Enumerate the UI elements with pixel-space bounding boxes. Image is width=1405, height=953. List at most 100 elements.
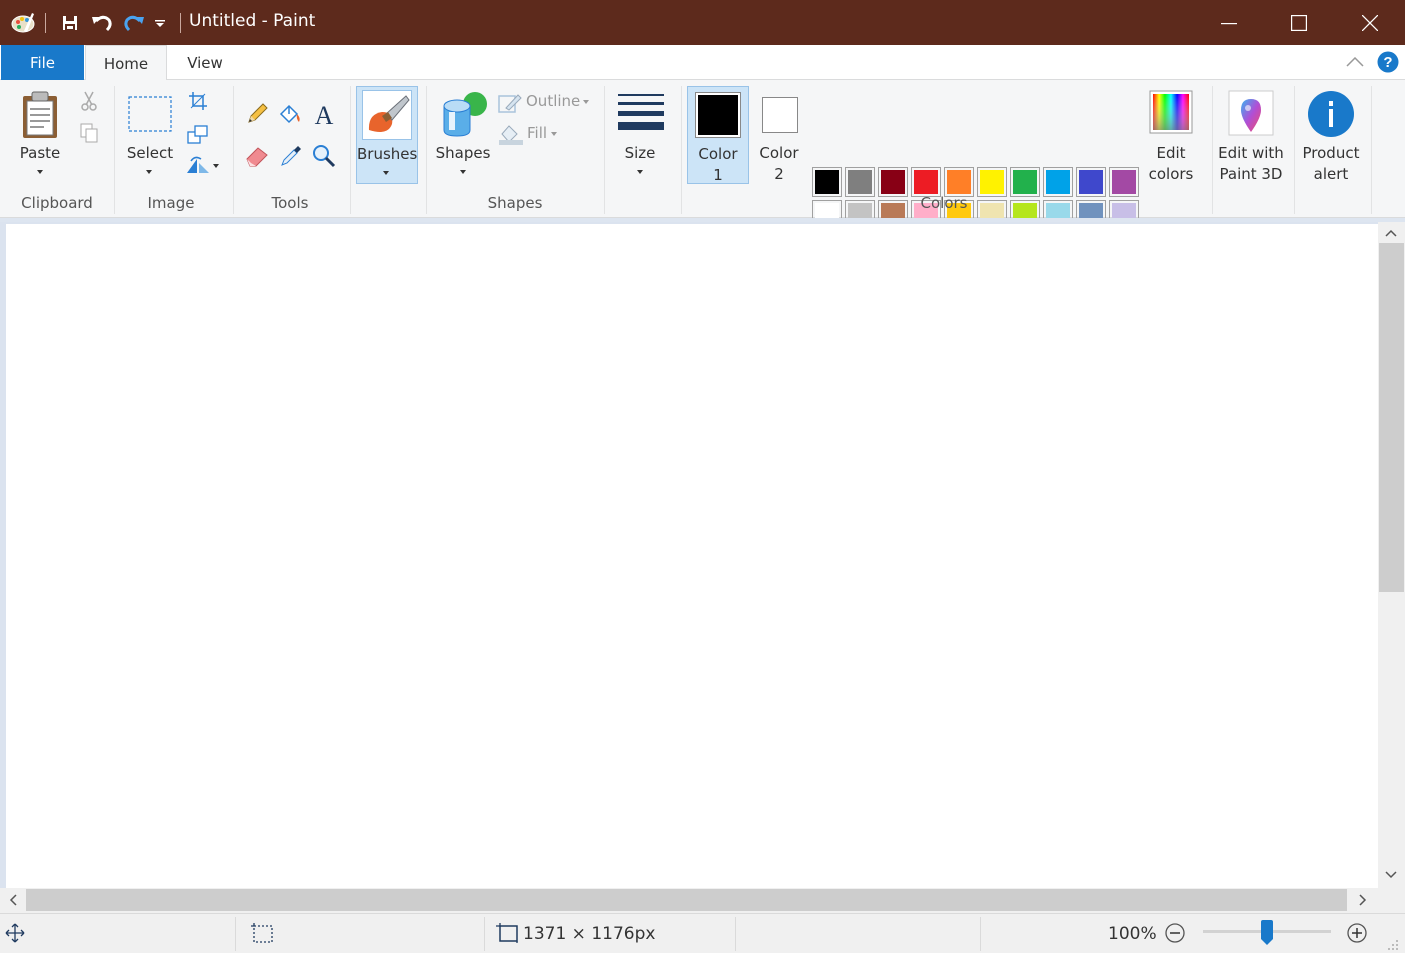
- crop-icon[interactable]: [186, 90, 210, 112]
- zoom-in-icon[interactable]: [1346, 922, 1368, 944]
- size-button-label[interactable]: Size: [610, 143, 670, 164]
- outline-label[interactable]: Outline: [526, 91, 580, 112]
- product-alert-icon[interactable]: [1307, 90, 1355, 138]
- status-bar: 1371 × 1176px 100%: [0, 913, 1405, 953]
- edit-colors-icon[interactable]: [1149, 90, 1193, 134]
- image-group-label: Image: [147, 194, 195, 212]
- select-dropdown-arrow[interactable]: [146, 170, 152, 174]
- ribbon-tabs: File Home View ?: [0, 45, 1405, 81]
- magnifier-icon[interactable]: [311, 144, 337, 168]
- fill-dropdown-arrow[interactable]: [551, 132, 557, 136]
- palette-color-swatch[interactable]: [878, 167, 908, 197]
- tab-home[interactable]: Home: [85, 45, 167, 81]
- select-button-label[interactable]: Select: [120, 143, 180, 164]
- collapse-ribbon-icon[interactable]: [1344, 53, 1366, 71]
- zoom-slider-thumb[interactable]: [1260, 920, 1274, 946]
- ribbon: Paste Clipboard Select Image A Tools Bru…: [0, 80, 1405, 263]
- size-dropdown-arrow[interactable]: [637, 170, 643, 174]
- copy-icon[interactable]: [78, 122, 100, 144]
- canvas-size-icon: [494, 922, 520, 944]
- outline-dropdown-arrow[interactable]: [583, 100, 589, 104]
- rotate-icon[interactable]: [184, 154, 222, 176]
- select-icon[interactable]: [126, 94, 174, 134]
- product-alert-label-2[interactable]: alert: [1297, 164, 1365, 185]
- tab-file[interactable]: File: [1, 45, 84, 80]
- group-separator: [1371, 86, 1372, 214]
- group-separator: [681, 86, 682, 214]
- shapes-icon[interactable]: [438, 88, 490, 138]
- palette-color-swatch[interactable]: [1109, 167, 1139, 197]
- scroll-right-arrow-icon[interactable]: [1354, 891, 1372, 909]
- help-icon[interactable]: ?: [1377, 51, 1399, 73]
- outline-icon[interactable]: [498, 92, 522, 114]
- paint-logo-icon[interactable]: [8, 10, 38, 36]
- clipboard-group-label: Clipboard: [21, 194, 93, 212]
- palette-color-swatch[interactable]: [845, 167, 875, 197]
- paste-button-label[interactable]: Paste: [10, 143, 70, 164]
- shapes-dropdown-arrow[interactable]: [460, 170, 466, 174]
- tools-group-label: Tools: [271, 194, 309, 212]
- horizontal-scrollbar-thumb[interactable]: [26, 889, 1347, 911]
- group-separator: [604, 86, 605, 214]
- svg-text:A: A: [315, 101, 334, 127]
- edit-colors-label-2[interactable]: colors: [1142, 164, 1200, 185]
- colors-group-label: Colors: [920, 194, 968, 212]
- vertical-scrollbar-thumb[interactable]: [1379, 243, 1404, 592]
- palette-color-swatch[interactable]: [1076, 167, 1106, 197]
- scroll-down-arrow-icon[interactable]: [1380, 866, 1402, 884]
- palette-color-swatch[interactable]: [911, 167, 941, 197]
- size-icon[interactable]: [615, 92, 667, 134]
- paste-dropdown-arrow[interactable]: [37, 170, 43, 174]
- palette-color-swatch[interactable]: [944, 167, 974, 197]
- eraser-icon[interactable]: [244, 144, 270, 168]
- title-separator: [45, 13, 46, 33]
- scroll-up-arrow-icon[interactable]: [1380, 224, 1402, 242]
- maximize-button[interactable]: [1264, 0, 1334, 45]
- paste-icon[interactable]: [18, 88, 62, 144]
- drawing-canvas[interactable]: [6, 224, 1378, 888]
- save-icon[interactable]: [56, 10, 84, 36]
- title-separator: [180, 13, 181, 33]
- undo-icon[interactable]: [88, 10, 116, 36]
- edit-colors-label-1[interactable]: Edit: [1142, 143, 1200, 164]
- shapes-button-label[interactable]: Shapes: [432, 143, 494, 164]
- product-alert-label-1[interactable]: Product: [1297, 143, 1365, 164]
- paint3d-label-1[interactable]: Edit with: [1214, 143, 1288, 164]
- resize-grip-icon[interactable]: [1384, 936, 1400, 952]
- resize-icon[interactable]: [186, 124, 210, 146]
- scrollbar-corner: [1378, 888, 1405, 913]
- color1-number: 1: [713, 166, 723, 184]
- scroll-left-arrow-icon[interactable]: [4, 891, 22, 909]
- pencil-icon[interactable]: [244, 102, 270, 126]
- customize-quick-access-icon[interactable]: [151, 10, 169, 36]
- cut-icon[interactable]: [78, 90, 100, 112]
- brushes-button-label: Brushes: [357, 145, 418, 163]
- group-separator: [350, 86, 351, 214]
- color2-number: 2: [774, 165, 784, 183]
- canvas-size-text: 1371 × 1176px: [523, 924, 656, 944]
- fill-icon[interactable]: [498, 122, 524, 146]
- color-picker-icon[interactable]: [278, 144, 304, 168]
- fill-bucket-icon[interactable]: [278, 102, 304, 126]
- color1-button[interactable]: Color 1: [687, 86, 749, 184]
- group-separator: [1212, 86, 1213, 214]
- zoom-level-text: 100%: [1108, 924, 1157, 944]
- palette-color-swatch[interactable]: [812, 167, 842, 197]
- tab-view[interactable]: View: [170, 45, 240, 80]
- palette-color-swatch[interactable]: [1043, 167, 1073, 197]
- brushes-button[interactable]: Brushes: [356, 86, 418, 184]
- paint3d-icon[interactable]: [1228, 90, 1274, 136]
- status-separator: [484, 917, 485, 951]
- palette-color-swatch[interactable]: [1010, 167, 1040, 197]
- close-button[interactable]: [1335, 0, 1405, 45]
- group-separator: [114, 86, 115, 214]
- zoom-out-icon[interactable]: [1164, 922, 1186, 944]
- minimize-button[interactable]: [1194, 0, 1264, 45]
- color1-label: Color: [698, 145, 738, 163]
- palette-color-swatch[interactable]: [977, 167, 1007, 197]
- color2-button[interactable]: Color 2: [749, 86, 811, 184]
- text-icon[interactable]: A: [311, 100, 337, 128]
- paint3d-label-2[interactable]: Paint 3D: [1214, 164, 1288, 185]
- status-separator: [980, 917, 981, 951]
- redo-icon[interactable]: [120, 10, 148, 36]
